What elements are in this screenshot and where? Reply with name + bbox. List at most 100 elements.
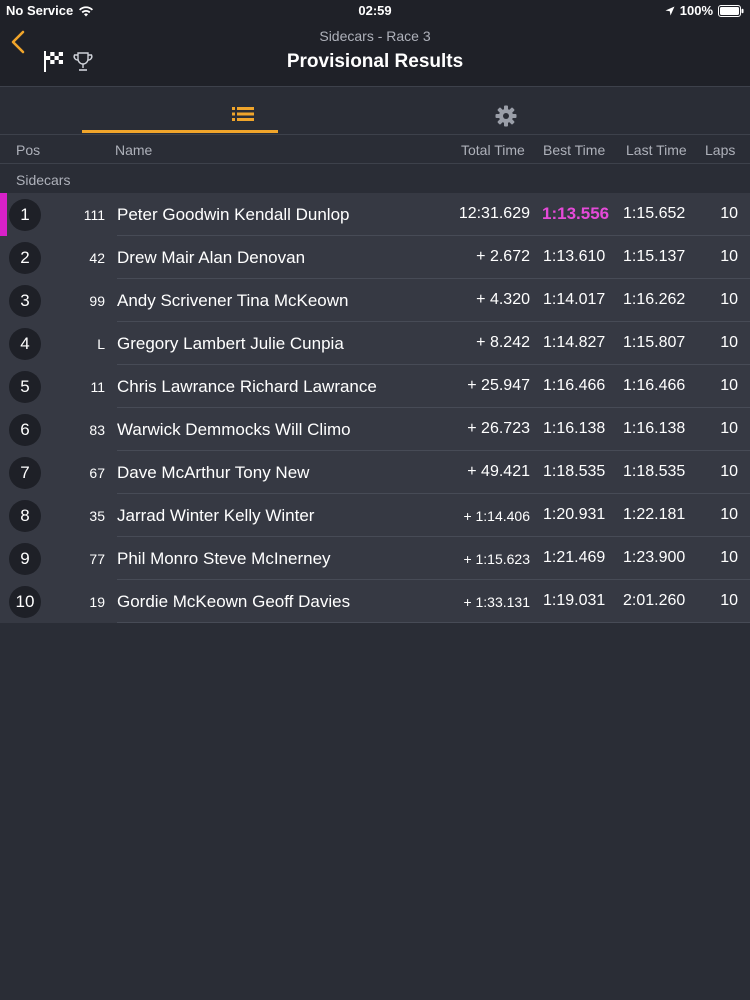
best-time: 1:18.535 bbox=[543, 463, 606, 480]
position-badge: 3 bbox=[9, 285, 41, 317]
active-tab-indicator bbox=[82, 130, 278, 133]
table-row[interactable]: 4 L Gregory Lambert Julie Cunpia + 8.242… bbox=[0, 322, 750, 365]
last-time: 1:18.535 bbox=[623, 463, 686, 480]
racer-name: Dave McArthur Tony New bbox=[117, 463, 310, 482]
last-time: 2:01.260 bbox=[623, 592, 686, 609]
racer-number: 19 bbox=[89, 594, 105, 610]
col-total-time: Total Time bbox=[461, 142, 525, 158]
status-right: 100% bbox=[665, 3, 744, 18]
racer-number: 11 bbox=[90, 379, 105, 395]
total-time: + 8.242 bbox=[476, 334, 530, 351]
position-badge: 6 bbox=[9, 414, 41, 446]
laps: 10 bbox=[720, 248, 738, 265]
list-icon bbox=[232, 107, 254, 121]
laps: 10 bbox=[720, 463, 738, 480]
last-time: 1:15.807 bbox=[623, 334, 686, 351]
last-time: 1:22.181 bbox=[623, 506, 686, 523]
racer-number: 77 bbox=[89, 551, 105, 567]
laps: 10 bbox=[720, 549, 738, 566]
position-badge: 2 bbox=[9, 242, 41, 274]
total-time: + 4.320 bbox=[476, 291, 530, 308]
table-row[interactable]: 8 35 Jarrad Winter Kelly Winter + 1:14.4… bbox=[0, 494, 750, 537]
laps: 10 bbox=[720, 592, 738, 609]
page-title: Provisional Results bbox=[286, 51, 464, 72]
results-list: 1 111 Peter Goodwin Kendall Dunlop 12:31… bbox=[0, 193, 750, 623]
table-row[interactable]: 5 11 Chris Lawrance Richard Lawrance + 2… bbox=[0, 365, 750, 408]
last-time: 1:16.138 bbox=[623, 420, 686, 437]
racer-name: Andy Scrivener Tina McKeown bbox=[117, 291, 349, 310]
position-badge: 1 bbox=[9, 199, 41, 231]
best-time: 1:16.466 bbox=[543, 377, 606, 394]
total-time: 12:31.629 bbox=[458, 205, 530, 222]
best-time: 1:21.469 bbox=[543, 549, 606, 566]
last-time: 1:15.137 bbox=[623, 248, 686, 265]
col-laps: Laps bbox=[705, 142, 736, 158]
battery-icon bbox=[718, 4, 744, 17]
tab-settings[interactable] bbox=[420, 87, 590, 133]
battery-percent: 100% bbox=[679, 3, 713, 18]
racer-name: Warwick Demmocks Will Climo bbox=[117, 420, 351, 439]
tab-results-list[interactable] bbox=[82, 87, 278, 133]
status-bar: No Service 02:59 100% bbox=[0, 0, 750, 20]
racer-number: 42 bbox=[89, 250, 105, 266]
laps: 10 bbox=[720, 205, 738, 222]
total-time: + 26.723 bbox=[467, 420, 530, 437]
table-row[interactable]: 2 42 Drew Mair Alan Denovan + 2.672 1:13… bbox=[0, 236, 750, 279]
table-row[interactable]: 10 19 Gordie McKeown Geoff Davies + 1:33… bbox=[0, 580, 750, 623]
racer-name: Peter Goodwin Kendall Dunlop bbox=[117, 205, 350, 224]
total-time: + 2.672 bbox=[476, 248, 530, 265]
race-subtitle: Sidecars - Race 3 bbox=[319, 28, 431, 44]
racer-name: Chris Lawrance Richard Lawrance bbox=[117, 377, 377, 396]
col-pos: Pos bbox=[16, 142, 41, 158]
table-row[interactable]: 3 99 Andy Scrivener Tina McKeown + 4.320… bbox=[0, 279, 750, 322]
class-group-label: Sidecars bbox=[16, 172, 71, 188]
table-row[interactable]: 7 67 Dave McArthur Tony New + 49.421 1:1… bbox=[0, 451, 750, 494]
leader-indicator bbox=[0, 193, 7, 236]
position-badge: 5 bbox=[9, 371, 41, 403]
racer-name: Phil Monro Steve McInerney bbox=[117, 549, 331, 568]
results-column-header: Pos Name Total Time Best Time Last Time … bbox=[0, 135, 750, 164]
empty-area bbox=[0, 623, 750, 1000]
racer-number: L bbox=[97, 336, 105, 352]
gear-icon bbox=[495, 105, 517, 127]
racer-name: Jarrad Winter Kelly Winter bbox=[117, 506, 315, 525]
screen: No Service 02:59 100% Sidecars - Race 3 … bbox=[0, 0, 750, 1000]
racer-number: 67 bbox=[89, 465, 105, 481]
best-time: 1:13.610 bbox=[543, 248, 606, 265]
last-time: 1:15.652 bbox=[623, 205, 686, 222]
col-last-time: Last Time bbox=[626, 142, 687, 158]
racer-number: 83 bbox=[89, 422, 105, 438]
clock: 02:59 bbox=[358, 3, 392, 18]
col-best-time: Best Time bbox=[543, 142, 606, 158]
col-name: Name bbox=[115, 142, 153, 158]
position-badge: 4 bbox=[9, 328, 41, 360]
racer-number: 111 bbox=[83, 207, 105, 223]
racer-name: Gregory Lambert Julie Cunpia bbox=[117, 334, 344, 353]
table-row[interactable]: 9 77 Phil Monro Steve McInerney + 1:15.6… bbox=[0, 537, 750, 580]
total-time: + 25.947 bbox=[467, 377, 530, 394]
best-time: 1:16.138 bbox=[543, 420, 606, 437]
nav-header: Sidecars - Race 3 Provisional Results bbox=[0, 20, 750, 87]
position-badge: 8 bbox=[9, 500, 41, 532]
racer-number: 35 bbox=[89, 508, 105, 524]
table-row[interactable]: 1 111 Peter Goodwin Kendall Dunlop 12:31… bbox=[0, 193, 750, 236]
best-time: 1:14.017 bbox=[543, 291, 606, 308]
table-row[interactable]: 6 83 Warwick Demmocks Will Climo + 26.72… bbox=[0, 408, 750, 451]
total-time: + 1:15.623 bbox=[463, 551, 530, 567]
last-time: 1:16.466 bbox=[623, 377, 686, 394]
last-time: 1:16.262 bbox=[623, 291, 686, 308]
position-badge: 10 bbox=[9, 586, 41, 618]
position-badge: 9 bbox=[9, 543, 41, 575]
laps: 10 bbox=[720, 506, 738, 523]
laps: 10 bbox=[720, 334, 738, 351]
total-time: + 1:14.406 bbox=[463, 508, 530, 524]
best-time: 1:20.931 bbox=[543, 506, 606, 523]
tab-bar bbox=[0, 87, 750, 135]
laps: 10 bbox=[720, 377, 738, 394]
class-group-header: Sidecars bbox=[0, 164, 750, 193]
best-time: 1:13.556 bbox=[542, 204, 610, 223]
racer-number: 99 bbox=[89, 293, 105, 309]
best-time: 1:19.031 bbox=[543, 592, 606, 609]
laps: 10 bbox=[720, 291, 738, 308]
laps: 10 bbox=[720, 420, 738, 437]
